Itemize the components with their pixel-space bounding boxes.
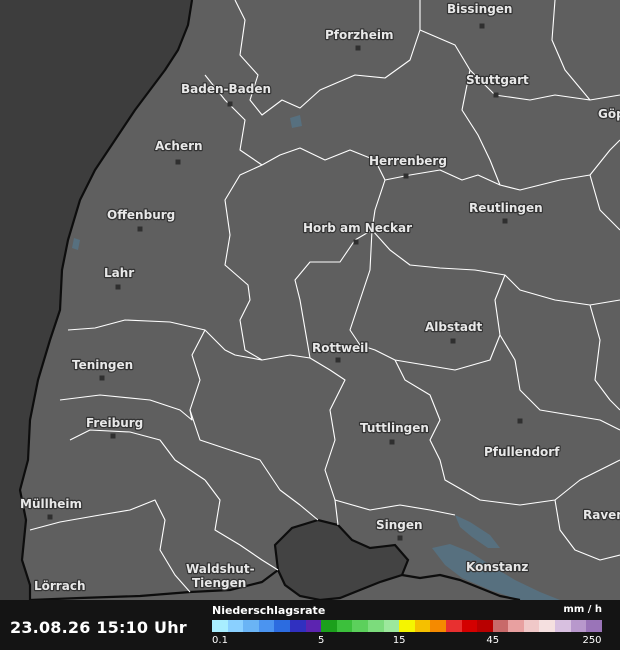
- legend-swatch: [523, 620, 540, 632]
- city-label-teningen: Teningen: [72, 358, 133, 372]
- legend-unit: mm / h: [563, 604, 602, 615]
- legend-swatch: [289, 620, 306, 632]
- city-marker-albstadt: [450, 338, 456, 344]
- legend-swatch: [508, 620, 524, 632]
- city-label-horb-am-neckar: Horb am Neckar: [303, 221, 412, 235]
- legend-swatch: [383, 620, 400, 632]
- legend-tick-label: 45: [486, 635, 500, 646]
- city-label-waldshut-tiengen-line1: Waldshut-: [186, 562, 255, 576]
- city-marker-teningen: [99, 375, 105, 381]
- city-label-albstadt: Albstadt: [425, 320, 483, 334]
- legend-swatch: [477, 620, 493, 632]
- city-label-herrenberg: Herrenberg: [369, 154, 447, 168]
- city-marker-rottweil: [335, 357, 341, 363]
- legend-swatch: [243, 620, 259, 632]
- city-label-achern: Achern: [155, 139, 203, 153]
- legend-swatch: [274, 620, 290, 632]
- city-label-freiburg: Freiburg: [86, 416, 143, 430]
- precipitation-map: Bissingen Pforzheim Stuttgart Göp Baden-Bade…: [0, 0, 620, 650]
- city-marker-bissingen: [479, 23, 485, 29]
- legend-swatch: [414, 620, 431, 632]
- city-marker-achern: [175, 159, 181, 165]
- city-label-baden-baden: Baden-Baden: [181, 82, 271, 96]
- city-label-tuttlingen: Tuttlingen: [360, 421, 429, 435]
- legend-tick-label: 15: [392, 635, 406, 646]
- city-label-pfullendorf: Pfullendorf: [484, 445, 560, 459]
- city-label-göp: Göp: [598, 107, 620, 121]
- city-label-lörrach: Lörrach: [34, 579, 85, 593]
- legend-swatch: [492, 620, 509, 632]
- city-label-stuttgart: Stuttgart: [466, 73, 529, 87]
- timestamp: 23.08.26 15:10 Uhr: [10, 618, 187, 637]
- city-label-singen: Singen: [376, 518, 423, 532]
- legend-title: Niederschlagsrate: [212, 604, 326, 617]
- city-marker-pfullendorf: [517, 418, 523, 424]
- legend-swatch: [461, 620, 478, 632]
- legend-swatch: [352, 620, 368, 632]
- city-label-waldshut-tiengen-line2: Tiengen: [192, 576, 246, 590]
- city-marker-müllheim: [47, 514, 53, 520]
- bottom-bar: 23.08.26 15:10 Uhr Niederschlagsrate mm …: [0, 600, 620, 650]
- city-marker-stuttgart: [493, 92, 499, 98]
- legend-swatch: [367, 620, 384, 632]
- legend-swatch: [555, 620, 571, 632]
- city-label-lahr: Lahr: [104, 266, 134, 280]
- city-marker-lahr: [115, 284, 121, 290]
- legend-swatch: [445, 620, 462, 632]
- city-marker-singen: [397, 535, 403, 541]
- city-label-bissingen: Bissingen: [447, 2, 512, 16]
- legend-tick-label: 250: [582, 635, 602, 646]
- city-label-konstanz: Konstanz: [466, 560, 528, 574]
- legend-tick-label: 5: [318, 635, 325, 646]
- legend-swatch: [212, 620, 228, 632]
- city-marker-herrenberg: [403, 173, 409, 179]
- legend-swatch: [570, 620, 587, 632]
- legend-swatch: [586, 620, 602, 632]
- city-marker-reutlingen: [502, 218, 508, 224]
- legend-swatch: [336, 620, 353, 632]
- city-label-offenburg: Offenburg: [107, 208, 175, 222]
- legend-swatch: [227, 620, 244, 632]
- legend-tick-label: 0.1: [212, 635, 228, 646]
- legend-swatch: [399, 620, 415, 632]
- city-label-raven: Raven: [583, 508, 620, 522]
- legend-swatch: [539, 620, 556, 632]
- city-label-reutlingen: Reutlingen: [469, 201, 543, 215]
- city-label-rottweil: Rottweil: [312, 341, 368, 355]
- city-marker-pforzheim: [355, 45, 361, 51]
- city-marker-horb-am-neckar: [353, 239, 359, 245]
- city-marker-baden-baden: [227, 101, 233, 107]
- legend-color-bar: [212, 620, 602, 632]
- city-label-müllheim: Müllheim: [20, 497, 82, 511]
- legend-swatch: [430, 620, 446, 632]
- city-label-pforzheim: Pforzheim: [325, 28, 393, 42]
- city-marker-offenburg: [137, 226, 143, 232]
- city-marker-freiburg: [110, 433, 116, 439]
- legend-swatch: [305, 620, 322, 632]
- city-marker-tuttlingen: [389, 439, 395, 445]
- legend-swatch: [258, 620, 275, 632]
- legend-swatch: [321, 620, 337, 632]
